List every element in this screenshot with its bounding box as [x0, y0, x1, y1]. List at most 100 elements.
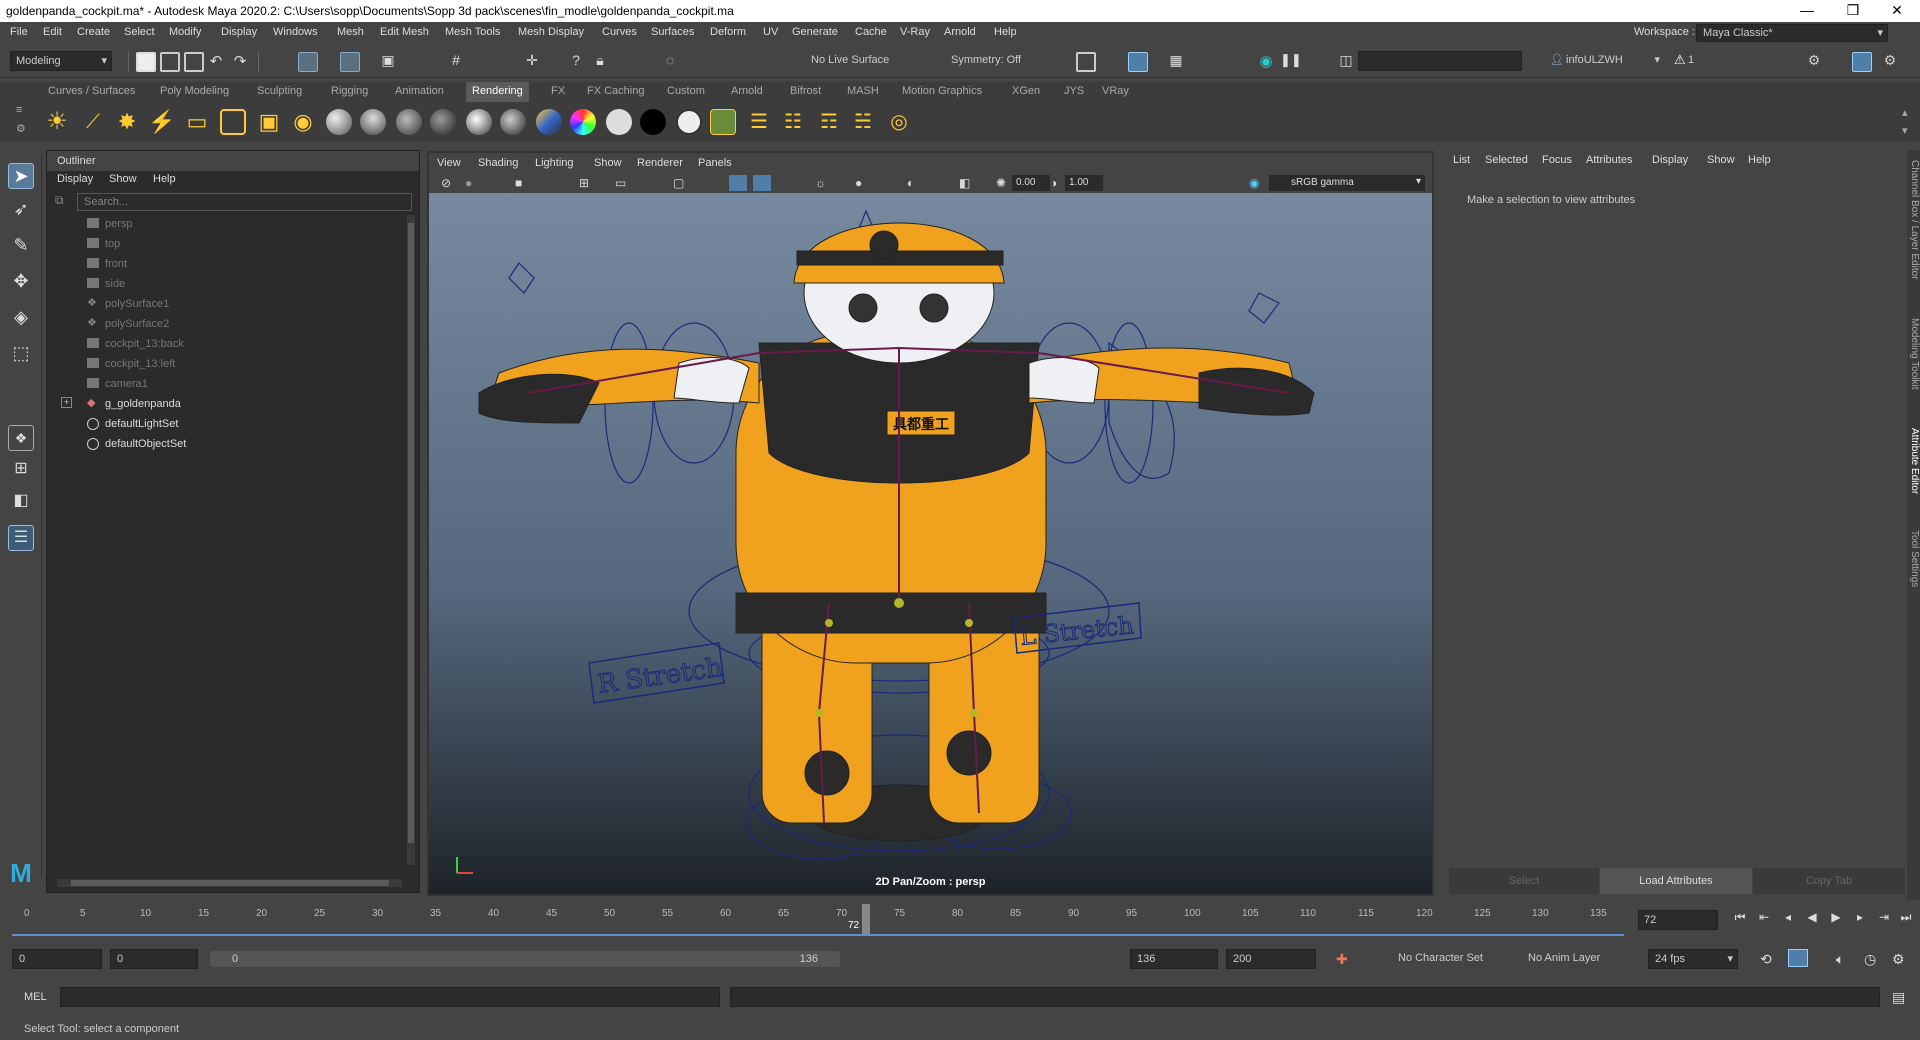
- outliner-menu-help[interactable]: Help: [153, 173, 176, 185]
- sound-icon[interactable]: 🔈︎: [1836, 951, 1844, 968]
- minimize-button[interactable]: —: [1784, 0, 1830, 22]
- white-sphere-icon[interactable]: [606, 109, 632, 135]
- step-forward-frame-icon[interactable]: ▸: [1852, 910, 1868, 928]
- current-frame-field[interactable]: 72: [1638, 910, 1718, 930]
- go-to-start-icon[interactable]: ⏮: [1732, 910, 1748, 928]
- lock-icon[interactable]: 🔒︎: [590, 52, 610, 72]
- film-gate-icon[interactable]: ▭: [615, 176, 626, 190]
- menu-deform[interactable]: Deform: [710, 26, 746, 38]
- ae-menu-focus[interactable]: Focus: [1542, 154, 1572, 166]
- outliner-item[interactable]: + ◆ g_goldenpanda: [47, 395, 407, 413]
- outliner-item[interactable]: front: [47, 255, 407, 273]
- snap-point-icon[interactable]: ✛: [522, 52, 542, 72]
- render-sequence-icon[interactable]: ◉: [1256, 52, 1276, 72]
- user-account-button[interactable]: 👤︎ infoULZWH ▾: [1546, 51, 1664, 71]
- redo-icon[interactable]: ↷: [230, 52, 250, 72]
- two-view-layout-icon[interactable]: ◧: [8, 489, 34, 515]
- workspace-select[interactable]: Maya Classic* ▾: [1696, 24, 1888, 42]
- layout-icon[interactable]: ◫: [1336, 52, 1356, 72]
- menu-mesh-tools[interactable]: Mesh Tools: [445, 26, 500, 38]
- undo-icon[interactable]: ↶: [206, 52, 226, 72]
- directional-light-icon[interactable]: ⟋: [80, 109, 106, 135]
- menu-help[interactable]: Help: [994, 26, 1017, 38]
- shelf-tab-mash[interactable]: MASH: [847, 85, 879, 97]
- loop-icon[interactable]: ⟲: [1760, 951, 1772, 968]
- single-perspective-layout-icon[interactable]: ❖: [8, 425, 34, 451]
- four-view-layout-icon[interactable]: ⊞: [8, 457, 34, 483]
- color-sphere-icon[interactable]: [570, 109, 596, 135]
- exposure-icon[interactable]: ✺: [996, 176, 1006, 190]
- render-region-icon[interactable]: [1076, 52, 1096, 72]
- paint-select-icon[interactable]: ✎: [8, 233, 34, 259]
- shelf-scroll-up-icon[interactable]: ▴: [1902, 106, 1908, 119]
- ae-menu-list[interactable]: List: [1453, 154, 1470, 166]
- hypershade-icon[interactable]: [710, 109, 736, 135]
- outliner-menu-show[interactable]: Show: [109, 173, 137, 185]
- ae-menu-display[interactable]: Display: [1652, 154, 1688, 166]
- ae-menu-attributes[interactable]: Attributes: [1586, 154, 1632, 166]
- wireframe-on-shaded-icon[interactable]: [729, 175, 747, 191]
- color-management-icon[interactable]: ◉: [1249, 176, 1259, 190]
- mel-input[interactable]: [60, 987, 720, 1007]
- shelf-scroll-down-icon[interactable]: ▾: [1902, 124, 1908, 137]
- attribute-editor-icon[interactable]: [1852, 52, 1872, 72]
- menu-modify[interactable]: Modify: [169, 26, 201, 38]
- shelf-tab-vray[interactable]: VRay: [1102, 85, 1129, 97]
- range-slider[interactable]: 0 136: [210, 951, 840, 967]
- viewport-menu-lighting[interactable]: Lighting: [535, 157, 574, 169]
- playback-speed-icon[interactable]: ◷: [1864, 951, 1876, 968]
- tab-attribute-editor[interactable]: Attribute Editor: [1907, 428, 1920, 494]
- spot-light-icon[interactable]: ⚡: [148, 109, 175, 135]
- shelf-tab-motion-graphics[interactable]: Motion Graphics: [902, 85, 982, 97]
- volume-light-icon[interactable]: [220, 109, 246, 135]
- scene-end-field[interactable]: 200: [1226, 949, 1316, 969]
- ae-load-attributes-button[interactable]: Load Attributes: [1600, 868, 1752, 894]
- playback-end-field[interactable]: 136: [1130, 949, 1218, 969]
- outliner-item[interactable]: persp: [47, 215, 407, 233]
- menu-set-select[interactable]: Modeling ▾: [10, 51, 112, 71]
- mel-label[interactable]: MEL: [24, 991, 47, 1003]
- shelf-tab-custom[interactable]: Custom: [667, 85, 705, 97]
- menu-file[interactable]: File: [10, 26, 28, 38]
- viewport-menu-view[interactable]: View: [437, 157, 461, 169]
- menu-select[interactable]: Select: [124, 26, 155, 38]
- shelf-tab-sculpting[interactable]: Sculpting: [257, 85, 302, 97]
- use-default-material-icon[interactable]: ☼: [815, 176, 826, 190]
- menu-surfaces[interactable]: Surfaces: [651, 26, 694, 38]
- shelf-tab-bifrost[interactable]: Bifrost: [790, 85, 821, 97]
- gamma-field[interactable]: 1.00: [1065, 175, 1103, 191]
- outliner-vertical-scrollbar[interactable]: [407, 215, 415, 865]
- outliner-item[interactable]: camera1: [47, 375, 407, 393]
- select-by-object-icon[interactable]: [340, 52, 360, 72]
- ramp-sphere-icon[interactable]: [466, 109, 492, 135]
- menu-mesh-display[interactable]: Mesh Display: [518, 26, 584, 38]
- tab-channel-box[interactable]: Channel Box / Layer Editor: [1907, 160, 1920, 280]
- ae-menu-show[interactable]: Show: [1707, 154, 1735, 166]
- save-scene-icon[interactable]: [184, 52, 204, 72]
- shelf-tab-rendering[interactable]: Rendering: [466, 82, 529, 102]
- playback-start-field[interactable]: 0: [110, 949, 198, 969]
- play-backwards-icon[interactable]: ◀: [1804, 910, 1820, 928]
- pause-icon[interactable]: ❚❚: [1280, 52, 1302, 72]
- shelf-tab-fx-caching[interactable]: FX Caching: [587, 85, 644, 97]
- area-light-icon[interactable]: ▭: [184, 109, 210, 135]
- select-by-component-icon[interactable]: ▣: [378, 52, 398, 72]
- animation-preferences-icon[interactable]: ⚙: [1892, 951, 1905, 968]
- command-field[interactable]: [1358, 51, 1522, 71]
- tab-modeling-toolkit[interactable]: Modeling Toolkit: [1907, 318, 1920, 390]
- select-by-hierarchy-icon[interactable]: [298, 52, 318, 72]
- step-back-key-icon[interactable]: ⇤: [1756, 910, 1772, 928]
- expand-icon[interactable]: +: [61, 397, 72, 408]
- xray-icon[interactable]: ◐: [907, 176, 914, 190]
- move-tool-icon[interactable]: ✥: [8, 269, 34, 295]
- shelf-tab-rigging[interactable]: Rigging: [331, 85, 368, 97]
- isolate-select-icon[interactable]: ◧: [959, 176, 970, 190]
- menu-generate[interactable]: Generate: [792, 26, 838, 38]
- shelf-tab-fx[interactable]: FX: [551, 85, 565, 97]
- go-to-end-icon[interactable]: ⏭: [1898, 910, 1914, 928]
- point-light-icon[interactable]: ✸: [114, 109, 140, 135]
- menu-vray[interactable]: V-Ray: [900, 26, 930, 38]
- restore-button[interactable]: ❐: [1830, 0, 1876, 22]
- close-button[interactable]: ✕: [1874, 0, 1920, 22]
- color-space-select[interactable]: sRGB gamma ▾: [1269, 175, 1425, 191]
